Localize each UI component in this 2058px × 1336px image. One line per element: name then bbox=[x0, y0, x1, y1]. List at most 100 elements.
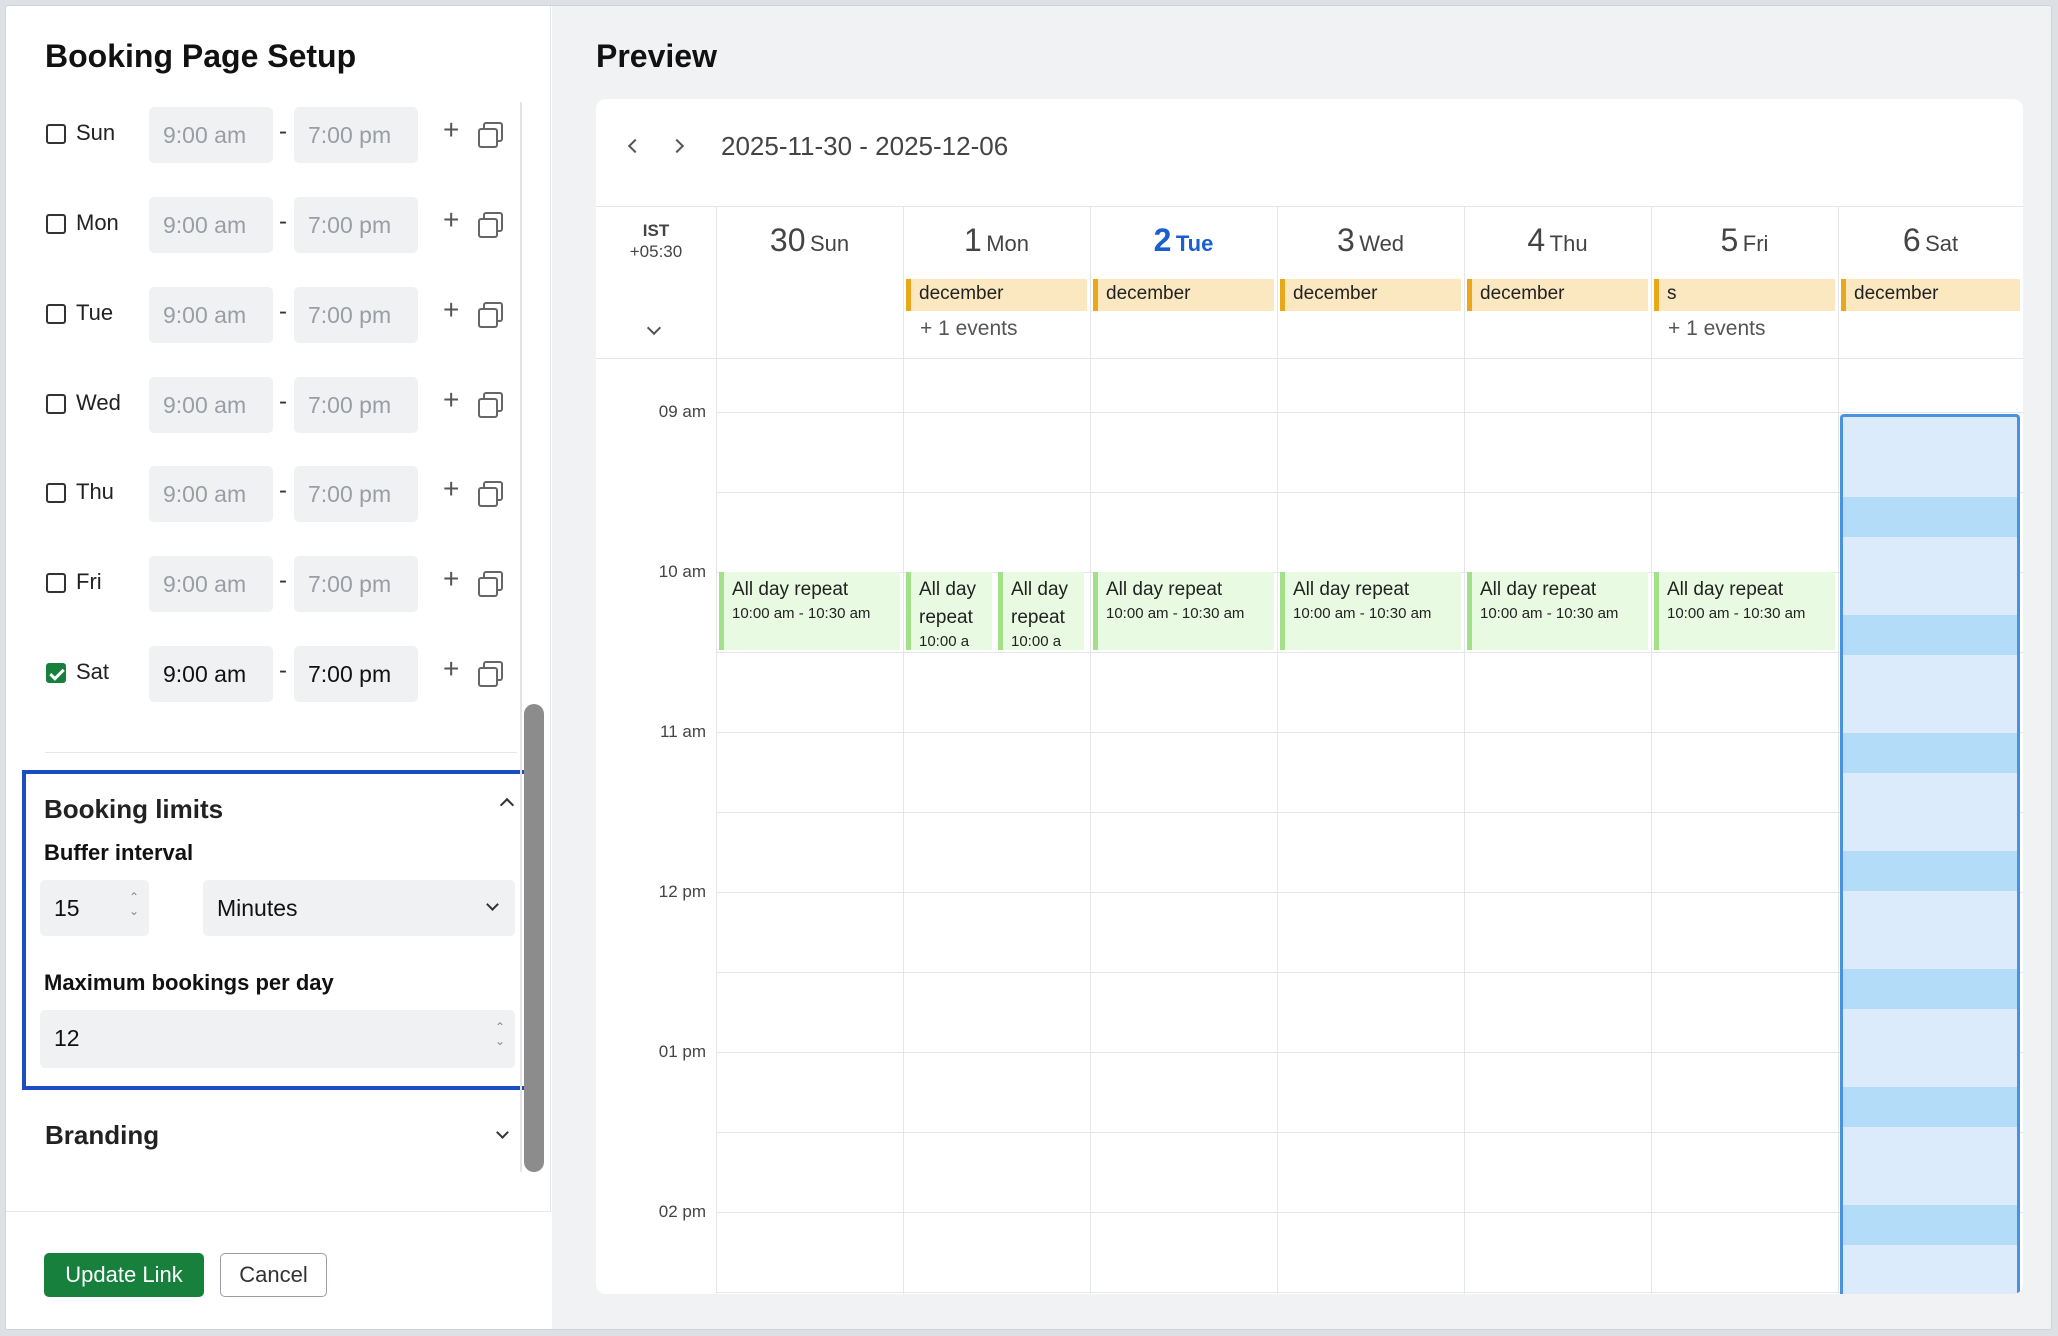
event-title: All day repeat bbox=[1106, 579, 1223, 600]
end-time-input[interactable]: 7:00 pm bbox=[294, 466, 418, 522]
end-time-input[interactable]: 7:00 pm bbox=[294, 646, 418, 702]
chevron-down-icon[interactable] bbox=[496, 1126, 509, 1139]
available-slot[interactable] bbox=[1843, 1205, 2017, 1245]
day-checkbox[interactable] bbox=[46, 394, 66, 414]
available-slot[interactable] bbox=[1843, 497, 2017, 537]
available-slot[interactable] bbox=[1843, 733, 2017, 773]
allday-event[interactable]: december bbox=[906, 279, 1087, 311]
event-block[interactable]: All day repeat 10:00 am - 10:30 am bbox=[1467, 572, 1648, 650]
max-bookings-label: Maximum bookings per day bbox=[44, 970, 334, 995]
start-time-input[interactable]: 9:00 am bbox=[149, 556, 273, 612]
number-stepper-icon[interactable]: ⌃ ⌄ bbox=[495, 1020, 505, 1048]
day-number: 30 bbox=[769, 222, 806, 258]
add-icon[interactable]: + bbox=[443, 473, 459, 505]
day-row-wed: Wed 9:00 am - 7:00 pm + bbox=[6, 372, 551, 433]
day-header[interactable]: 5 Fri bbox=[1651, 222, 1838, 259]
event-title: All day repeat bbox=[1293, 579, 1410, 600]
start-time-input[interactable]: 9:00 am bbox=[149, 197, 273, 253]
grid-line bbox=[716, 652, 2023, 653]
setup-scroll-area[interactable]: Sun 9:00 am - 7:00 pm + Mon 9:00 am - 7:… bbox=[6, 102, 551, 1172]
chevron-up-icon[interactable] bbox=[499, 797, 515, 813]
allday-event[interactable]: december bbox=[1280, 279, 1461, 311]
copy-icon[interactable] bbox=[478, 212, 503, 238]
add-icon[interactable]: + bbox=[443, 204, 459, 236]
start-time-input[interactable]: 9:00 am bbox=[149, 287, 273, 343]
setup-panel: Booking Page Setup Sun 9:00 am - 7:00 pm… bbox=[6, 6, 551, 1329]
end-time-input[interactable]: 7:00 pm bbox=[294, 197, 418, 253]
time-separator: - bbox=[279, 388, 287, 415]
day-divider bbox=[716, 206, 717, 1294]
grid-line bbox=[716, 892, 2023, 893]
start-time-input[interactable]: 9:00 am bbox=[149, 377, 273, 433]
allday-event[interactable]: december bbox=[1841, 279, 2020, 311]
number-stepper-icon[interactable]: ⌃ ⌄ bbox=[129, 890, 139, 918]
scrollbar-track bbox=[520, 102, 522, 1172]
more-events-link[interactable]: + 1 events bbox=[1668, 317, 1765, 341]
booking-limits-title[interactable]: Booking limits bbox=[44, 794, 223, 825]
end-time-input[interactable]: 7:00 pm bbox=[294, 556, 418, 612]
chevron-right-icon[interactable] bbox=[669, 138, 685, 154]
available-slot[interactable] bbox=[1843, 615, 2017, 655]
event-block[interactable]: All day repeat 10:00 am - 10:30 am bbox=[719, 572, 900, 650]
day-header[interactable]: 2 Tue bbox=[1090, 222, 1277, 259]
day-number: 6 bbox=[1902, 222, 1921, 258]
max-bookings-input[interactable]: 12 ⌃ ⌄ bbox=[40, 1010, 515, 1068]
day-name: Sun bbox=[809, 231, 850, 256]
day-checkbox[interactable] bbox=[46, 124, 66, 144]
event-block[interactable]: All day repeat 10:00 am - 10:30 am bbox=[1654, 572, 1835, 650]
available-slot[interactable] bbox=[1843, 851, 2017, 891]
start-time-input[interactable]: 9:00 am bbox=[149, 466, 273, 522]
timezone-offset: +05:30 bbox=[629, 242, 683, 261]
copy-icon[interactable] bbox=[478, 122, 503, 148]
available-slot[interactable] bbox=[1843, 1087, 2017, 1127]
event-block[interactable]: All day repeat 10:00 am - 10:30 am bbox=[1093, 572, 1274, 650]
buffer-unit-select[interactable]: Minutes bbox=[203, 880, 515, 936]
day-header[interactable]: 3 Wed bbox=[1277, 222, 1464, 259]
copy-icon[interactable] bbox=[478, 481, 503, 507]
day-checkbox[interactable] bbox=[46, 214, 66, 234]
copy-icon[interactable] bbox=[478, 661, 503, 687]
start-time-input[interactable]: 9:00 am bbox=[149, 107, 273, 163]
add-icon[interactable]: + bbox=[443, 653, 459, 685]
day-header[interactable]: 1 Mon bbox=[903, 222, 1090, 259]
copy-icon[interactable] bbox=[478, 571, 503, 597]
end-time-input[interactable]: 7:00 pm bbox=[294, 287, 418, 343]
end-time-input[interactable]: 7:00 pm bbox=[294, 377, 418, 433]
day-header[interactable]: 6 Sat bbox=[1838, 222, 2023, 259]
day-header[interactable]: 30 Sun bbox=[716, 222, 903, 259]
end-time-input[interactable]: 7:00 pm bbox=[294, 107, 418, 163]
scrollbar-thumb[interactable] bbox=[524, 704, 544, 1172]
allday-event[interactable]: december bbox=[1093, 279, 1274, 311]
available-slot[interactable] bbox=[1843, 969, 2017, 1009]
more-events-link[interactable]: + 1 events bbox=[920, 317, 1017, 341]
copy-icon[interactable] bbox=[478, 392, 503, 418]
add-icon[interactable]: + bbox=[443, 114, 459, 146]
chevron-left-icon[interactable] bbox=[627, 138, 643, 154]
add-icon[interactable]: + bbox=[443, 384, 459, 416]
copy-icon[interactable] bbox=[478, 302, 503, 328]
add-icon[interactable]: + bbox=[443, 294, 459, 326]
event-block[interactable]: All day repeat 10:00 a bbox=[998, 572, 1084, 650]
chevron-down-icon bbox=[486, 898, 499, 911]
grid-line bbox=[596, 358, 2023, 359]
chevron-down-icon[interactable] bbox=[646, 320, 662, 336]
day-checkbox[interactable] bbox=[46, 573, 66, 593]
allday-event[interactable]: december bbox=[1467, 279, 1648, 311]
day-checkbox[interactable] bbox=[46, 483, 66, 503]
start-time-input[interactable]: 9:00 am bbox=[149, 646, 273, 702]
day-checkbox[interactable] bbox=[46, 304, 66, 324]
allday-event[interactable]: s bbox=[1654, 279, 1835, 311]
add-icon[interactable]: + bbox=[443, 563, 459, 595]
day-number: 3 bbox=[1336, 222, 1355, 258]
update-link-button[interactable]: Update Link bbox=[44, 1253, 204, 1297]
day-name: Thu bbox=[1549, 231, 1588, 256]
event-block[interactable]: All day repeat 10:00 a bbox=[906, 572, 992, 650]
time-separator: - bbox=[279, 118, 287, 145]
branding-title[interactable]: Branding bbox=[45, 1120, 159, 1151]
day-header[interactable]: 4 Thu bbox=[1464, 222, 1651, 259]
time-separator: - bbox=[279, 298, 287, 325]
buffer-interval-input[interactable]: 15 ⌃ ⌄ bbox=[40, 880, 149, 936]
cancel-button[interactable]: Cancel bbox=[220, 1253, 327, 1297]
day-checkbox[interactable] bbox=[46, 663, 66, 683]
event-block[interactable]: All day repeat 10:00 am - 10:30 am bbox=[1280, 572, 1461, 650]
